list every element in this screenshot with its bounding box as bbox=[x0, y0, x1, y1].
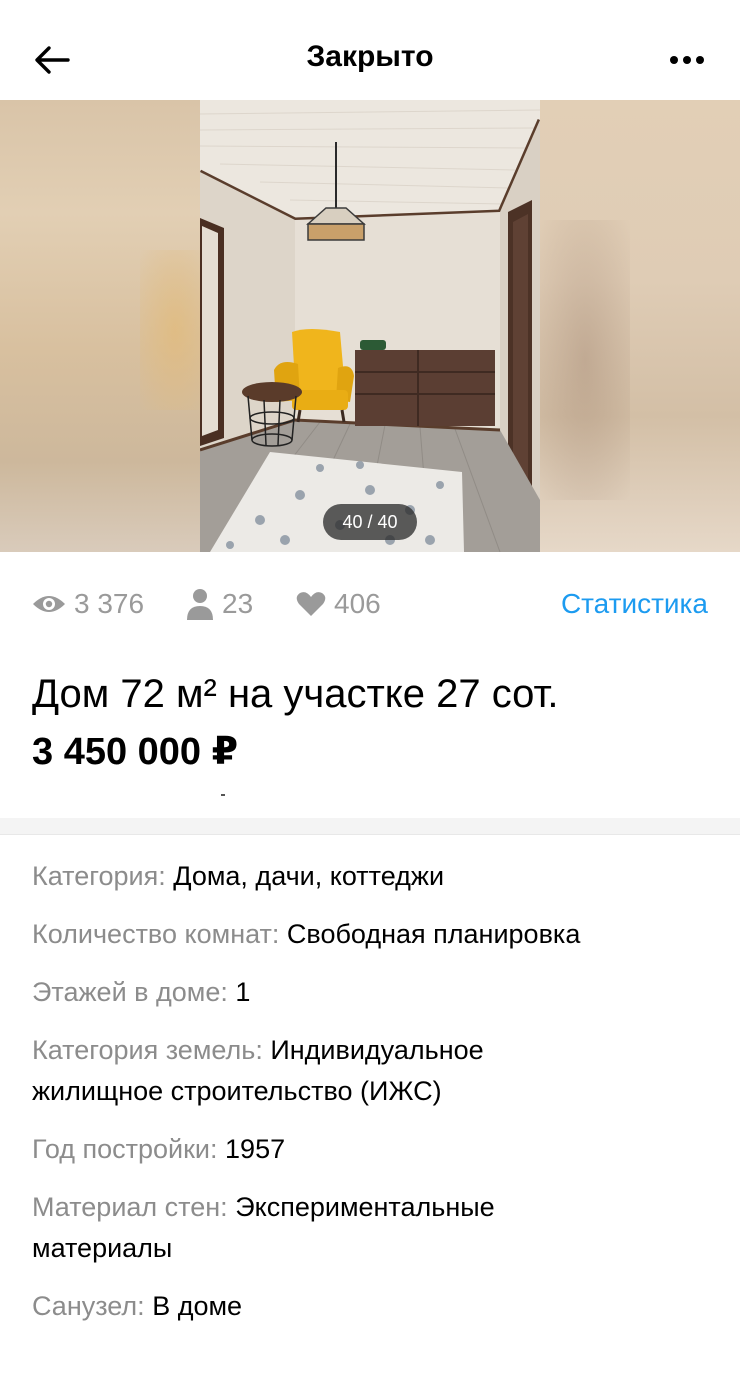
contacts-count: 23 bbox=[222, 588, 254, 619]
param-label: Материал стен: bbox=[32, 1192, 228, 1222]
gallery-blurred-backdrop-left bbox=[0, 100, 210, 552]
param-value: 1957 bbox=[225, 1134, 286, 1164]
ellipsis-dot bbox=[683, 56, 691, 64]
param-label: Этажей в доме: bbox=[32, 977, 228, 1007]
param-floors: Этажей в доме: 1 bbox=[32, 972, 722, 1013]
views-count: 3 376 bbox=[74, 588, 145, 619]
person-icon bbox=[187, 589, 213, 620]
param-label: Количество комнат: bbox=[32, 919, 280, 949]
param-label: Год постройки: bbox=[32, 1134, 218, 1164]
favorites-stat: 406 bbox=[296, 578, 381, 630]
favorites-count: 406 bbox=[334, 588, 381, 619]
eye-icon bbox=[33, 596, 65, 612]
param-value: Свободная планировка bbox=[286, 919, 581, 949]
param-value: 1 bbox=[235, 977, 251, 1007]
listing-price: 3 450 000 ₽ bbox=[32, 731, 239, 773]
param-build-year: Год постройки: 1957 bbox=[32, 1129, 722, 1170]
page-title: Закрыто bbox=[306, 40, 434, 73]
listing-photo[interactable] bbox=[200, 100, 540, 552]
photo-gallery[interactable]: 40 / 40 bbox=[0, 100, 740, 552]
section-divider bbox=[0, 818, 740, 835]
photo-counter-badge: 40 / 40 bbox=[323, 504, 417, 540]
views-stat: 3 376 bbox=[32, 578, 144, 630]
ellipsis-dot bbox=[696, 56, 704, 64]
listing-parameters: Категория: Дома, дачи, коттеджи Количест… bbox=[32, 856, 722, 1344]
param-category: Категория: Дома, дачи, коттеджи bbox=[32, 856, 722, 897]
param-label: Категория: bbox=[32, 861, 166, 891]
param-label: Категория земель: bbox=[32, 1035, 263, 1065]
param-value: Дома, дачи, коттеджи bbox=[173, 861, 445, 891]
listing-title: Дом 72 м² на участке 27 сот. bbox=[32, 672, 559, 716]
text-artifact bbox=[221, 794, 225, 796]
param-value: В доме bbox=[152, 1291, 243, 1321]
listing-stats: 3 376 23 406 Статистика bbox=[0, 578, 740, 630]
more-options-button[interactable] bbox=[662, 40, 712, 80]
room-photo-illustration bbox=[200, 100, 540, 552]
gallery-blurred-backdrop-right bbox=[540, 100, 740, 552]
param-rooms: Количество комнат: Свободная планировка bbox=[32, 914, 722, 955]
param-label: Санузел: bbox=[32, 1291, 145, 1321]
heart-icon bbox=[296, 592, 326, 616]
statistics-link[interactable]: Статистика bbox=[561, 578, 708, 630]
param-bathroom: Санузел: В доме bbox=[32, 1286, 722, 1327]
param-wall-material: Материал стен: Экспериментальные материа… bbox=[32, 1187, 592, 1269]
ellipsis-icon bbox=[670, 56, 678, 64]
param-land-category: Категория земель: Индивидуальное жилищно… bbox=[32, 1030, 592, 1112]
contacts-stat: 23 bbox=[186, 578, 253, 630]
top-bar: Закрыто bbox=[0, 0, 740, 100]
